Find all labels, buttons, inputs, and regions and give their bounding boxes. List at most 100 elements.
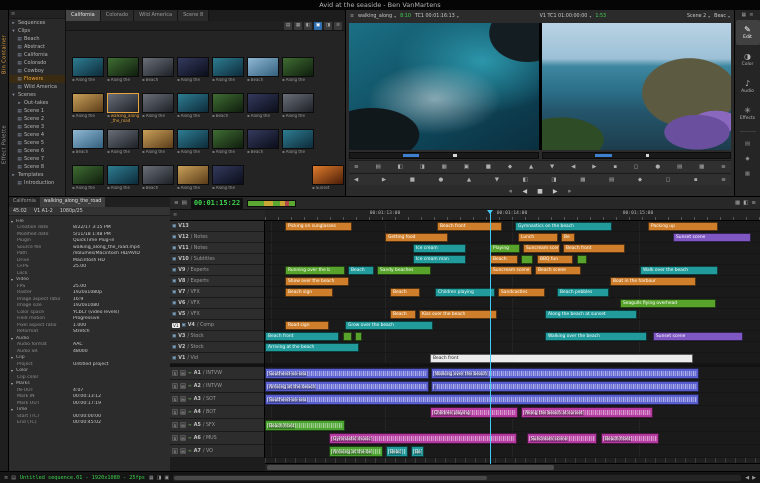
timeline-audio-clip[interactable]: Children playing (430, 407, 518, 418)
bin-tree-item[interactable]: ▤ Scene 6 (9, 147, 65, 155)
source-clip-menu[interactable]: walking_along ▾ (358, 14, 396, 19)
toolbar-icon[interactable]: ▦ (442, 164, 447, 170)
toolbar-icon[interactable]: ▶ (382, 177, 386, 183)
toolbar-icon[interactable]: ◧ (743, 200, 748, 206)
toolbar-icon[interactable]: ◀ (354, 177, 358, 183)
bin-clip-thumbnail[interactable]: ▪ Along the (212, 165, 244, 191)
bin-clip-thumbnail[interactable]: ▪ Along the (142, 93, 174, 119)
bin-tree-item[interactable]: ▤ Beach (9, 35, 65, 43)
menu-icon[interactable]: ≡ (11, 11, 15, 17)
toolbar-icon[interactable]: ◆ (508, 164, 512, 170)
rail-tab-bin-container[interactable]: Bin Container (0, 22, 9, 86)
bin-tree-item[interactable]: ▤ Scene 4 (9, 131, 65, 139)
bin-clip-thumbnail[interactable]: ▪ Along the (282, 93, 314, 119)
record-position-bar[interactable] (542, 152, 732, 159)
toolbar-icon[interactable]: ◧ (523, 177, 528, 183)
video-track-header[interactable]: ▣ V3 / Stock (170, 331, 264, 342)
timeline-audio-clip[interactable] (431, 381, 699, 392)
toolbar-icon[interactable]: ▼ (495, 177, 499, 183)
video-track-header[interactable]: ▣ V6 / VFX (170, 298, 264, 309)
toolbar-icon[interactable]: ▤ (677, 164, 682, 170)
bin-clip-thumbnail-selected[interactable]: ▪ walking_along_the_road (107, 93, 141, 123)
timeline-audio-clip[interactable]: Walking over the beach (431, 368, 699, 379)
timeline-audio-clip[interactable]: Beach front (265, 420, 345, 431)
bin-tree-item[interactable]: ▸ Out-takes (9, 99, 65, 107)
toolbar-icon[interactable]: ◻ (666, 177, 671, 183)
bin-clip-thumbnail[interactable]: ▪ Along the (247, 93, 279, 119)
bin-tree-item[interactable]: ▤ Abstract (9, 43, 65, 51)
toolbar-icon[interactable]: ▤ (182, 200, 187, 206)
timeline-audio-clip[interactable]: Southend-on-sea (265, 368, 429, 379)
workspace-button[interactable]: ♪ Audio (736, 74, 760, 99)
bin-tree-item[interactable]: ▤ California (9, 51, 65, 59)
bin-view-icon[interactable]: ◧ (304, 22, 312, 30)
timeline-overview-bar[interactable] (247, 200, 296, 207)
rail-tab-effect-palette[interactable]: Effect Palette (0, 110, 9, 180)
monitor-track-icon[interactable]: ▣ (172, 279, 176, 284)
playhead-handle[interactable] (487, 210, 493, 214)
source-monitor[interactable] (349, 23, 539, 150)
bin-view-icon[interactable]: ▣ (314, 22, 322, 30)
timeline-ruler[interactable]: 00:01:13:0000:01:14:0000:01:15:00 (265, 210, 760, 221)
bin-clip-thumbnail[interactable]: ▪ Beach (247, 57, 279, 83)
toolbar-icon[interactable]: ◻ (634, 164, 639, 170)
monitor-track-icon[interactable]: ▣ (172, 312, 176, 317)
video-track-header[interactable]: V1 ▣ V4 / Comp (170, 320, 264, 331)
toolbar-icon[interactable]: ▤ (375, 164, 380, 170)
bin-menu[interactable]: Beac ▾ (714, 14, 730, 19)
bin-clip-thumbnail[interactable]: ▪ Beach (247, 129, 279, 155)
source-timecode-menu[interactable]: TC1 00:01:16:13 ▾ (415, 14, 459, 19)
toolbar-icon[interactable]: ▶ (592, 164, 596, 170)
bin-tree-item[interactable]: ▾ Scenes (9, 91, 65, 99)
timeline-audio-clip[interactable]: Suncream scene (527, 433, 597, 444)
bin-view-icon[interactable]: ◨ (324, 22, 332, 30)
solo-button[interactable]: S (172, 396, 178, 402)
bin-tree-item[interactable]: ▤ Colorado (9, 59, 65, 67)
bin-tree-item[interactable]: ▤ Wild America (9, 83, 65, 91)
toolbar-icon[interactable]: ≡ (354, 164, 359, 170)
mute-button[interactable]: M (180, 383, 186, 389)
monitor-track-icon[interactable]: ▣ (182, 323, 186, 328)
monitor-track-icon[interactable]: ▣ (172, 246, 176, 251)
solo-button[interactable]: S (172, 409, 178, 415)
record-timecode-menu[interactable]: V1 TC1 01:00:00:00 ▾ (540, 14, 592, 19)
transport-button[interactable]: ◀ (523, 188, 528, 195)
rail-icon[interactable]: ▤ (745, 141, 750, 147)
toolbar-icon[interactable]: ▦ (149, 475, 154, 481)
bin-tree-item[interactable]: ▸ Templates (9, 171, 65, 179)
transport-button[interactable]: ■ (537, 188, 543, 195)
bin-clip-thumbnail[interactable]: ▪ Beach (142, 165, 174, 191)
bin-tree-item[interactable]: ▤ Scene 1 (9, 107, 65, 115)
bin-tree-item[interactable]: ▤ Scene 5 (9, 139, 65, 147)
toolbar-icon[interactable]: ▪ (613, 164, 617, 170)
rail-icon[interactable]: ≡ (749, 12, 753, 18)
audio-track-header[interactable]: S M ≈ A5 / SFX (170, 419, 264, 432)
toolbar-icon[interactable]: ▦ (699, 164, 704, 170)
bin-clip-thumbnail[interactable]: ▪ Along the (72, 165, 104, 191)
toolbar-icon[interactable]: ▦ (735, 200, 740, 206)
playhead[interactable] (490, 210, 491, 464)
toolbar-icon[interactable]: ◆ (638, 177, 642, 183)
toolbar-icon[interactable]: ◀ (571, 164, 575, 170)
video-track-header[interactable]: ▣ V11 / Notes (170, 243, 264, 254)
menu-icon[interactable]: ≡ (350, 14, 354, 19)
timeline-audio-clip[interactable]: Beach front (601, 433, 659, 444)
solo-button[interactable]: S (172, 383, 178, 389)
bin-tree-item[interactable]: ▾ Clips (9, 27, 65, 35)
toolbar-icon[interactable]: ● (439, 177, 444, 183)
menu-icon[interactable]: ≡ (173, 212, 177, 218)
mute-button[interactable]: M (180, 448, 186, 454)
video-track-header[interactable]: ▣ V12 / Notes (170, 232, 264, 243)
bin-tab[interactable]: Wild America (134, 10, 178, 21)
monitor-track-icon[interactable]: ▣ (172, 290, 176, 295)
timeline-audio-clip[interactable]: Arriving at the beach (265, 381, 429, 392)
toolbar-icon[interactable]: ■ (410, 177, 415, 183)
video-track-header[interactable]: ▣ V2 / Stock (170, 342, 264, 353)
toolbar-icon[interactable]: ▣ (164, 475, 169, 481)
info-tab-clip[interactable]: walking_along_the_road (40, 197, 106, 207)
toolbar-icon[interactable]: ≡ (174, 200, 179, 206)
bin-tab[interactable]: California (66, 10, 101, 21)
timeline-audio-clip[interactable]: Gymnastic music (329, 433, 517, 444)
bin-clip-thumbnail[interactable]: ▪ Along the (107, 129, 139, 155)
toolbar-icon[interactable]: ≡ (721, 177, 726, 183)
